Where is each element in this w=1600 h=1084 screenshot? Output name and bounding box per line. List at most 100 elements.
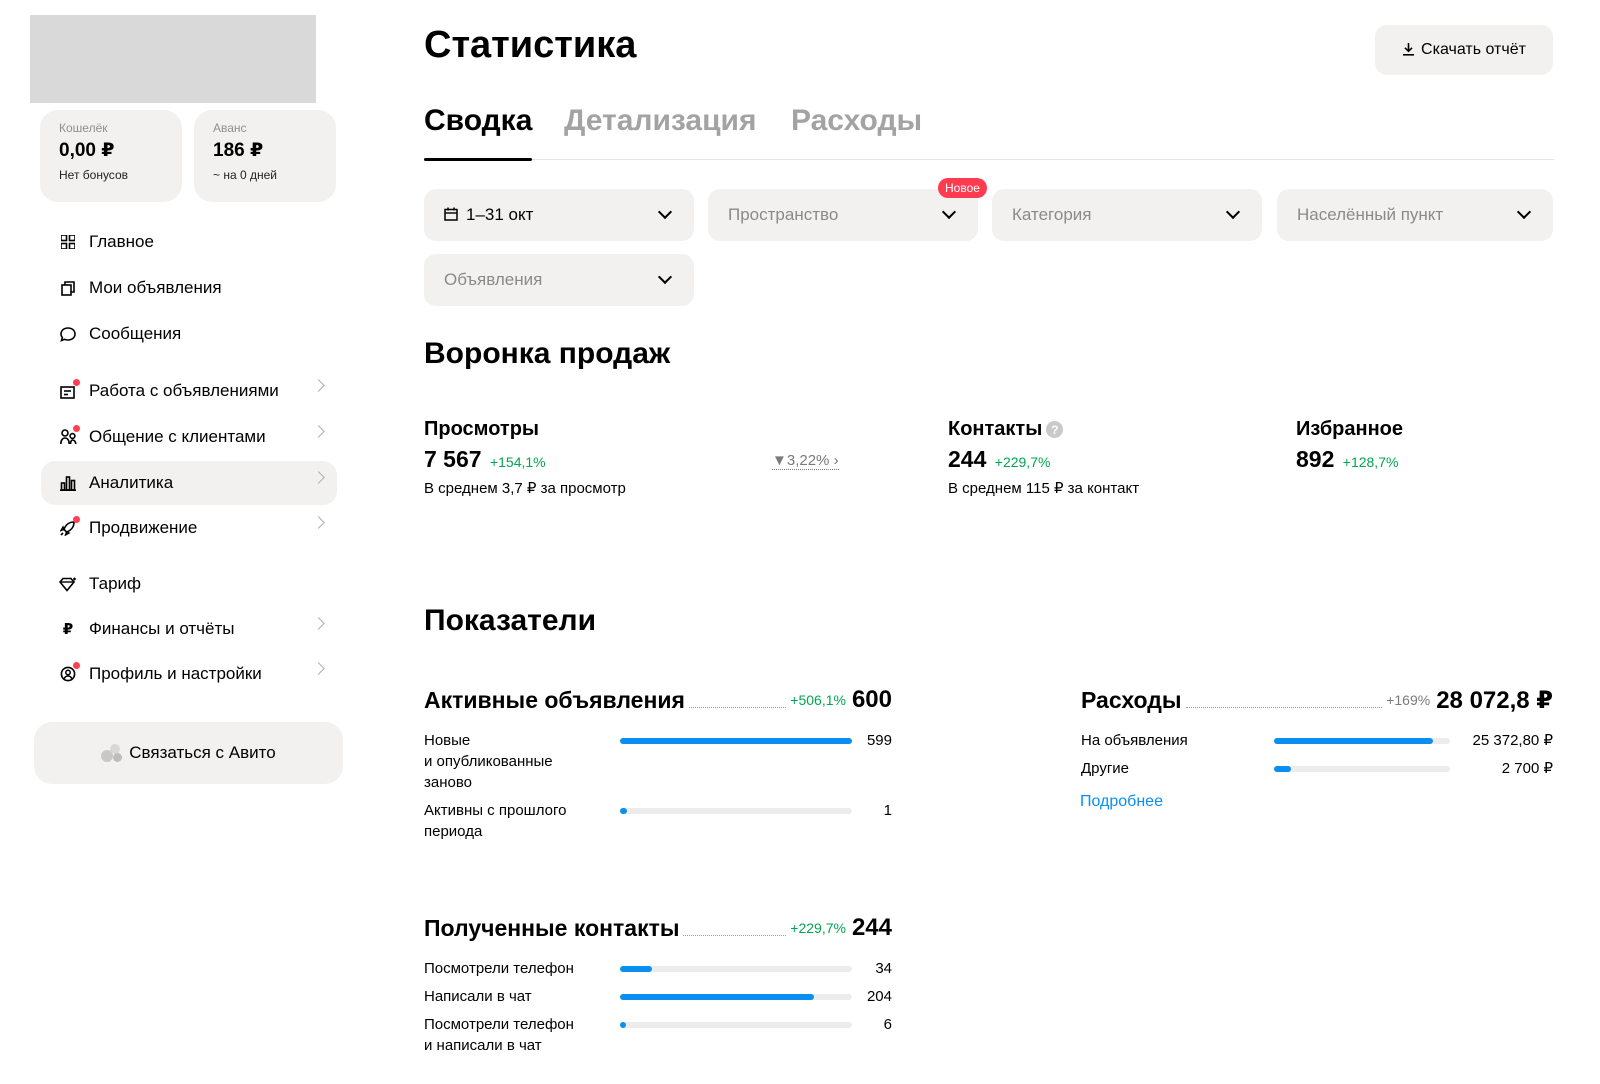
bar-fill — [1274, 766, 1291, 772]
category-placeholder: Категория — [1012, 205, 1092, 224]
logo-placeholder — [30, 15, 316, 103]
locality-select[interactable]: Населённый пункт — [1277, 189, 1553, 241]
bar-row-value: 599 — [866, 732, 892, 749]
dotted-leader — [1185, 706, 1383, 708]
sidebar-item-label: Профиль и настройки — [89, 664, 262, 683]
funnel-title: Воронка продаж — [424, 337, 671, 370]
category-select[interactable]: Категория — [992, 189, 1262, 241]
period-value: 1–31 окт — [466, 205, 534, 224]
received-contacts-total: 244 — [851, 914, 892, 941]
views-metric: Просмотры 7 567 +154,1% В среднем 3,7 ₽ … — [424, 418, 626, 497]
ruble-icon: ₽ — [62, 621, 74, 638]
wallet-card[interactable]: Кошелёк 0,00 ₽ Нет бонусов — [40, 110, 182, 202]
more-details-link[interactable]: Подробнее — [1080, 793, 1163, 811]
chevron-down-icon — [657, 204, 673, 220]
advance-label: Аванс — [213, 121, 247, 135]
help-icon[interactable]: ? — [1046, 421, 1064, 438]
sidebar-item-label: Общение с клиентами — [89, 427, 266, 446]
bar-fill — [620, 966, 653, 972]
favorites-value: 892 — [1296, 446, 1335, 472]
indicators-title: Показатели — [424, 604, 597, 637]
sidebar-item-tariff[interactable]: Тариф — [41, 562, 337, 606]
received-contacts-change: +229,7% — [790, 920, 846, 936]
bar-row-value: 6 — [883, 1016, 892, 1033]
sidebar-item-my-ads[interactable]: Мои объявления — [41, 266, 337, 310]
views-value: 7 567 — [424, 446, 482, 472]
space-select[interactable]: Пространство — [708, 189, 978, 241]
notification-dot — [73, 379, 80, 386]
advance-value: 186 ₽ — [213, 140, 264, 161]
bar-row-value: 204 — [866, 988, 892, 1005]
sidebar-item-ad-work[interactable]: Работа с объявлениями — [41, 369, 337, 413]
space-placeholder: Пространство — [728, 205, 839, 224]
favorites-change: +128,7% — [1342, 454, 1399, 470]
grid-icon — [58, 232, 78, 252]
sidebar-item-profile[interactable]: Профиль и настройки — [41, 652, 337, 696]
sidebar-item-label: Продвижение — [89, 518, 198, 537]
ad-work-icon — [58, 379, 80, 401]
chat-icon — [58, 324, 78, 344]
favorites-metric: Избранное 892 +128,7% — [1296, 418, 1403, 473]
views-value-row: 7 567 +154,1% — [424, 446, 626, 473]
notification-dot — [73, 516, 80, 523]
contacts-sub: В среднем 115 ₽ за контакт — [948, 480, 1140, 497]
bubbles-icon — [101, 744, 123, 762]
page-title: Статистика — [424, 24, 637, 66]
conversion-value: 3,22% — [786, 452, 830, 469]
sidebar-item-main[interactable]: Главное — [41, 220, 337, 264]
sidebar-item-clients[interactable]: Общение с клиентами — [41, 415, 337, 459]
calendar-icon — [444, 207, 458, 224]
sidebar-item-messages[interactable]: Сообщения — [41, 312, 337, 356]
bar-row: Активны с прошлого периода 1 — [424, 800, 892, 844]
sidebar-item-analytics[interactable]: Аналитика — [41, 461, 337, 505]
bar-fill — [620, 1022, 626, 1028]
bar-row: На объявления 25 372,80 ₽ — [1081, 730, 1553, 754]
profile-settings-icon — [58, 662, 80, 684]
wallet-sub: Нет бонусов — [59, 168, 128, 182]
tab-details[interactable]: Детализация — [564, 104, 757, 160]
bar-track — [620, 994, 852, 1000]
views-sub: В среднем 3,7 ₽ за просмотр — [424, 480, 626, 497]
chevron-down-icon — [941, 204, 957, 220]
bar-row: Новые и опубликованные заново 599 — [424, 730, 892, 796]
bar-row-label: На объявления — [1081, 732, 1188, 749]
bar-fill — [620, 738, 852, 744]
ads-select[interactable]: Объявления — [424, 254, 694, 306]
contacts-value-row: 244 +229,7% — [948, 446, 1139, 473]
period-select[interactable]: 1–31 окт — [424, 189, 694, 241]
expenses-change: +169% — [1386, 692, 1431, 708]
conversion-link[interactable]: ▼3,22% › — [772, 452, 839, 470]
active-ads-change: +506,1% — [790, 692, 846, 708]
expenses-total: 28 072,8 ₽ — [1436, 686, 1553, 714]
sidebar-item-promotion[interactable]: Продвижение — [41, 506, 337, 550]
chevron-right-icon — [312, 471, 325, 484]
dotted-leader — [683, 934, 787, 936]
contacts-title: Контакты — [948, 418, 1043, 440]
tab-expenses[interactable]: Расходы — [791, 104, 922, 160]
chevron-right-icon — [312, 617, 325, 630]
chevron-down-icon — [1516, 204, 1532, 220]
download-report-button[interactable]: Скачать отчёт — [1375, 25, 1553, 75]
notification-dot — [73, 425, 80, 432]
chevron-right-icon — [312, 662, 325, 675]
bar-track — [620, 1022, 852, 1028]
expenses-block: Расходы +169% 28 072,8 ₽ На объявления 2… — [1081, 685, 1553, 777]
advance-card[interactable]: Аванс 186 ₽ ~ на 0 дней — [194, 110, 336, 202]
chevron-right-icon — [312, 516, 325, 529]
sidebar-item-finance[interactable]: ₽ Финансы и отчёты — [41, 607, 337, 651]
sidebar-item-label: Мои объявления — [89, 278, 222, 297]
bar-row-label: Посмотрели телефон — [424, 960, 574, 977]
sidebar-item-label: Тариф — [89, 574, 142, 593]
bar-fill — [620, 994, 814, 1000]
sidebar-item-label: Сообщения — [89, 324, 182, 343]
locality-placeholder: Населённый пункт — [1297, 205, 1444, 224]
tab-summary[interactable]: Сводка — [424, 104, 533, 161]
bar-fill — [1274, 738, 1434, 744]
contact-avito-button[interactable]: Связаться с Авито — [34, 722, 343, 784]
bar-track — [1274, 738, 1450, 744]
expenses-head: Расходы +169% 28 072,8 ₽ — [1081, 685, 1553, 715]
active-ads-head: Активные объявления +506,1% 600 — [424, 685, 892, 715]
contacts-title-row: Контакты ? — [948, 418, 1139, 441]
sidebar-item-label: Главное — [89, 232, 154, 251]
bar-track — [1274, 766, 1450, 772]
